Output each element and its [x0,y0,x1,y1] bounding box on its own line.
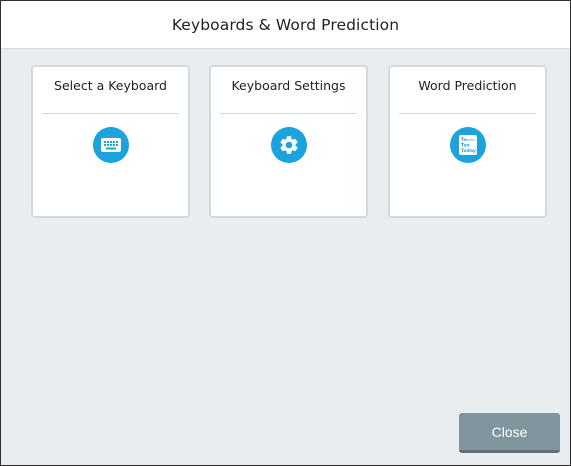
card-divider [399,113,536,114]
close-button[interactable]: Close [459,413,560,453]
card-label: Keyboard Settings [231,78,346,93]
word-prediction-icon: To Too Today [449,127,486,163]
keyboard-settings-card[interactable]: Keyboard Settings [209,65,368,218]
card-divider [42,113,179,114]
prediction-word-2: Too [461,143,470,149]
keyboard-icon [92,127,129,163]
prediction-word-1: To [461,137,467,143]
word-prediction-card[interactable]: Word Prediction To Too Today [388,65,547,218]
card-label: Word Prediction [418,78,517,93]
prediction-word-3: Today [461,148,476,154]
dialog-title: Keyboards & Word Prediction [171,15,400,34]
card-label: Select a Keyboard [54,78,167,93]
card-divider [220,113,357,114]
keyboards-dialog: Keyboards & Word Prediction Select a Key… [0,0,571,466]
gear-icon [270,127,307,163]
select-keyboard-card[interactable]: Select a Keyboard [31,65,190,218]
dialog-header: Keyboards & Word Prediction [1,1,570,49]
